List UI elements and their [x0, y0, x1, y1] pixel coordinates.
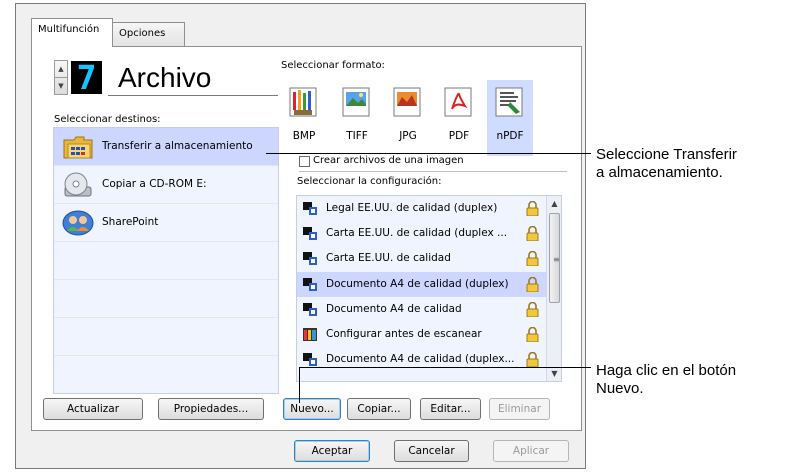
- config-label: Documento A4 de calidad (duplex): [326, 278, 509, 290]
- destination-item-empty: [54, 356, 278, 393]
- callout-line-new: [299, 367, 591, 368]
- lock-icon: [526, 251, 539, 266]
- new-button[interactable]: Nuevo...: [283, 398, 341, 420]
- apply-button[interactable]: Aplicar: [493, 440, 569, 462]
- lock-icon: [526, 352, 539, 367]
- jpg-icon: [393, 87, 421, 117]
- destination-label: SharePoint: [102, 216, 159, 228]
- config-item[interactable]: Documento A4 de calidad (duplex...: [297, 347, 546, 372]
- lock-icon: [526, 201, 539, 216]
- separator: [299, 171, 567, 172]
- sharepoint-icon: [62, 210, 94, 236]
- config-item[interactable]: Documento A4 de calidad (duplex): [297, 272, 546, 297]
- destination-item-cd-rom[interactable]: Copiar a CD-ROM E:: [54, 166, 278, 204]
- destination-item-sharepoint[interactable]: SharePoint: [54, 204, 278, 242]
- destination-item-empty: [54, 280, 278, 318]
- callout-transfer-line1: Seleccione Transferir: [596, 146, 737, 163]
- format-label: BMP: [292, 130, 316, 142]
- destination-label: Transferir a almacenamiento: [102, 140, 253, 152]
- spin-up-icon[interactable]: ▲: [55, 61, 67, 77]
- destination-list[interactable]: Transferir a almacenamiento Copiar a CD-…: [53, 127, 279, 394]
- lock-icon: [526, 226, 539, 241]
- format-pdf[interactable]: PDF: [436, 80, 482, 156]
- onetouch-properties-window: Opciones Multifunción ▲ ▼ 7 Archivo Sele…: [15, 3, 586, 469]
- select-destinations-label: Seleccionar destinos:: [54, 114, 161, 125]
- grip-icon: ≡: [553, 255, 560, 264]
- scanner-config-icon: [303, 227, 317, 240]
- scrollbar-thumb[interactable]: ≡: [549, 213, 560, 303]
- config-label: Documento A4 de calidad (duplex...: [326, 353, 515, 365]
- format-label: TIFF: [346, 130, 368, 142]
- config-label: Documento A4 de calidad: [326, 303, 462, 315]
- tab-multifunction[interactable]: Multifunción: [31, 18, 113, 47]
- bmp-icon: [289, 87, 317, 117]
- ok-button[interactable]: Aceptar: [294, 440, 370, 462]
- lock-icon: [526, 302, 539, 317]
- tab-options[interactable]: Opciones: [112, 22, 185, 46]
- scroll-down-icon[interactable]: ▼: [547, 366, 561, 381]
- callout-line-new-vertical: [299, 367, 300, 403]
- format-label: nPDF: [496, 130, 524, 142]
- scanner-config-icon: [303, 202, 317, 215]
- format-label: JPG: [399, 130, 417, 142]
- format-npdf[interactable]: nPDF: [487, 80, 533, 156]
- cd-rom-icon: [64, 172, 92, 197]
- select-format-label: Seleccionar formato:: [281, 60, 385, 71]
- pdf-icon: [444, 87, 472, 117]
- format-label: PDF: [448, 130, 470, 142]
- lock-icon: [526, 327, 539, 342]
- properties-button[interactable]: Propiedades...: [158, 398, 264, 420]
- config-item[interactable]: Carta EE.UU. de calidad: [297, 246, 546, 271]
- lock-icon: [526, 277, 539, 292]
- delete-button[interactable]: Eliminar: [489, 398, 550, 420]
- config-item[interactable]: Configurar antes de escanear: [297, 322, 546, 347]
- copy-button[interactable]: Copiar...: [347, 398, 411, 420]
- scanner-config-icon: [303, 353, 317, 366]
- configure-before-scan-icon: [303, 328, 317, 341]
- edit-button[interactable]: Editar...: [420, 398, 481, 420]
- single-image-files-checkbox[interactable]: [299, 156, 310, 167]
- config-label: Configurar antes de escanear: [326, 328, 482, 340]
- destination-spinner[interactable]: ▲ ▼: [54, 60, 68, 95]
- configuration-list[interactable]: Legal EE.UU. de calidad (duplex) Carta E…: [296, 195, 562, 382]
- format-bmp[interactable]: BMP: [281, 80, 327, 156]
- callout-new-line1: Haga clic en el botón: [596, 362, 737, 379]
- config-scrollbar[interactable]: ▲ ≡ ▼: [546, 196, 561, 381]
- scanner-config-icon: [303, 303, 317, 316]
- single-image-files-label: Crear archivos de una imagen: [313, 155, 464, 166]
- destination-item-empty: [54, 242, 278, 280]
- scroll-up-icon[interactable]: ▲: [547, 196, 561, 211]
- callout-transfer-line2: a almacenamiento.: [596, 164, 723, 181]
- format-jpg[interactable]: JPG: [385, 80, 431, 156]
- destination-label: Copiar a CD-ROM E:: [102, 178, 207, 190]
- destination-item-empty: [54, 318, 278, 356]
- callout-line-transfer: [266, 153, 591, 154]
- format-tiff[interactable]: TIFF: [334, 80, 380, 156]
- scanner-config-icon: [303, 278, 317, 291]
- folder-transfer-icon: [63, 136, 93, 159]
- tiff-icon: [342, 87, 370, 117]
- npdf-icon: [495, 87, 523, 117]
- select-configuration-label: Seleccionar la configuración:: [297, 176, 442, 187]
- refresh-button[interactable]: Actualizar: [43, 398, 143, 420]
- destination-title: Archivo: [108, 60, 278, 96]
- config-item[interactable]: Carta EE.UU. de calidad (duplex ...: [297, 221, 546, 246]
- scanner-config-icon: [303, 252, 317, 265]
- spin-down-icon[interactable]: ▼: [55, 77, 67, 93]
- callout-new-line2: Nuevo.: [596, 380, 644, 397]
- config-label: Legal EE.UU. de calidad (duplex): [326, 202, 498, 214]
- config-label: Carta EE.UU. de calidad (duplex ...: [326, 227, 508, 239]
- config-item[interactable]: Documento A4 de calidad: [297, 297, 546, 322]
- lcd-button-number: 7: [71, 61, 102, 94]
- config-item[interactable]: Legal EE.UU. de calidad (duplex): [297, 196, 546, 221]
- cancel-button[interactable]: Cancelar: [394, 440, 469, 462]
- config-label: Carta EE.UU. de calidad: [326, 252, 451, 264]
- destination-item-transfer[interactable]: Transferir a almacenamiento: [54, 128, 278, 166]
